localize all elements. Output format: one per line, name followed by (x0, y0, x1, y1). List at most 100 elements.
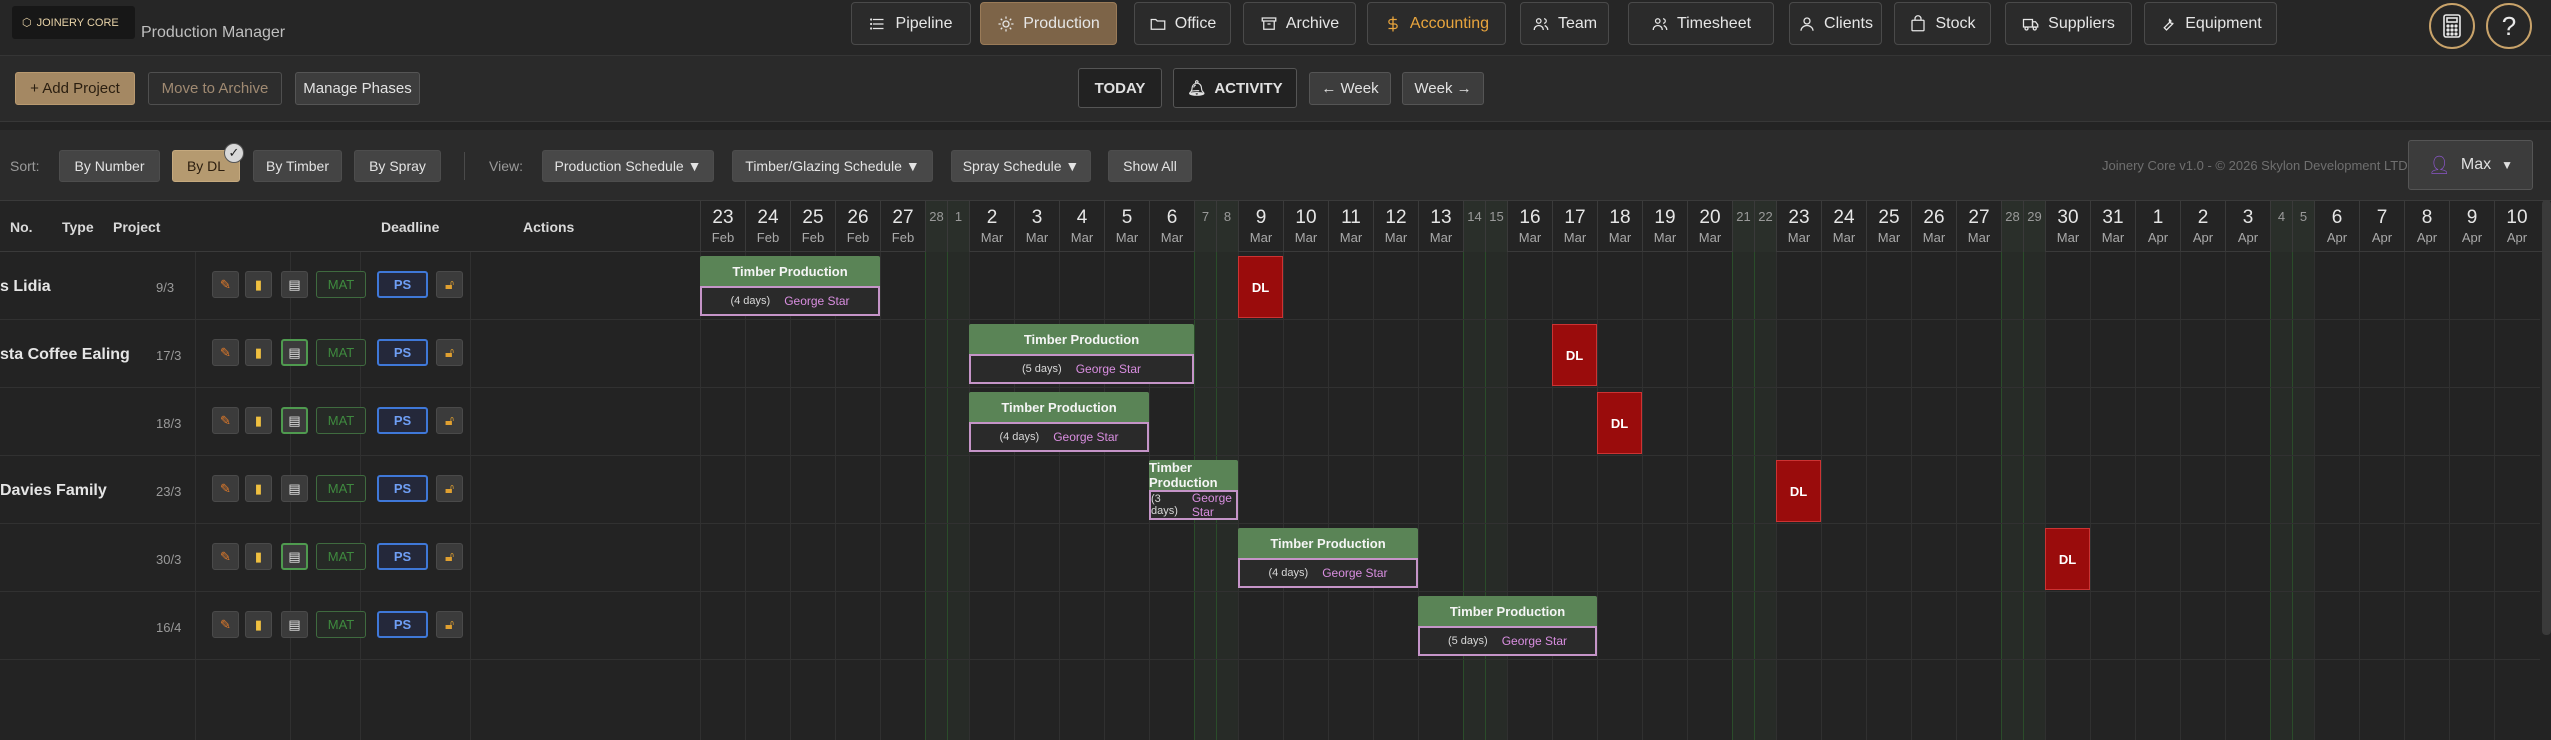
nav-clients-button[interactable]: Clients (1789, 2, 1882, 45)
user-menu-button[interactable]: 👤︎ Max ▼ (2408, 140, 2533, 190)
move-to-archive-button[interactable]: Move to Archive (148, 72, 282, 105)
unlock-button[interactable]: 🔓︎ (436, 339, 463, 366)
ps-button[interactable]: PS (377, 543, 428, 570)
sort-by-number-button[interactable]: By Number (59, 150, 160, 182)
sort-by-timber-button[interactable]: By Timber (253, 150, 342, 182)
edit-button[interactable]: ✎ (212, 543, 239, 570)
document-button[interactable]: ▤ (281, 543, 308, 570)
day-number: 15 (1489, 209, 1504, 224)
nav-suppliers-button[interactable]: Suppliers (2005, 2, 2132, 45)
timber-glazing-schedule-dropdown[interactable]: Timber/Glazing Schedule ▼ (732, 150, 933, 182)
table-row[interactable]: 16/4 ✎ ▮ ▤ MAT PS 🔓︎ (0, 592, 2540, 660)
wrench-icon (2163, 17, 2174, 31)
mat-button[interactable]: MAT (316, 611, 366, 638)
unlock-button[interactable]: 🔓︎ (436, 611, 463, 638)
nav-timesheet-button[interactable]: Timesheet (1628, 2, 1774, 45)
document-icon: ▤ (288, 276, 301, 292)
ps-button[interactable]: PS (377, 339, 428, 366)
nav-label: Clients (1824, 14, 1873, 32)
nav-stock-button[interactable]: Stock (1894, 2, 1991, 45)
help-button[interactable]: ? (2486, 3, 2532, 49)
add-project-button[interactable]: + Add Project (15, 72, 135, 105)
sort-by-spray-button[interactable]: By Spray (354, 150, 441, 182)
production-task-bar[interactable]: Timber Production (4 days) George Star (969, 392, 1149, 454)
production-task-bar[interactable]: Timber Production (5 days) George Star (1418, 596, 1597, 658)
nav-label: Timesheet (1676, 14, 1752, 32)
prev-week-button[interactable]: ← Week (1309, 72, 1391, 105)
activity-button[interactable]: 🔔︎ ACTIVITY (1173, 68, 1297, 108)
edit-button[interactable]: ✎ (212, 611, 239, 638)
nav-production-button[interactable]: Production (980, 2, 1117, 45)
ps-button[interactable]: PS (377, 611, 428, 638)
production-task-bar[interactable]: Timber Production (3 days) George Star (1149, 460, 1238, 522)
edit-button[interactable]: ✎ (212, 271, 239, 298)
calculator-button[interactable] (2429, 3, 2475, 49)
show-all-button[interactable]: Show All (1108, 150, 1192, 182)
deadline-marker[interactable]: DL (1552, 324, 1597, 386)
nav-label: Accounting (1409, 14, 1490, 32)
folder-button[interactable]: ▮ (245, 475, 272, 502)
mat-button[interactable]: MAT (316, 475, 366, 502)
deadline-marker[interactable]: DL (2045, 528, 2090, 590)
vertical-scrollbar[interactable] (2542, 200, 2551, 635)
day-column-header: 24 Mar (1821, 201, 1866, 253)
production-task-bar[interactable]: Timber Production (4 days) George Star (1238, 528, 1418, 590)
next-week-button[interactable]: Week → (1402, 72, 1484, 105)
mat-button[interactable]: MAT (316, 339, 366, 366)
folder-button[interactable]: ▮ (245, 407, 272, 434)
folder-icon: ▮ (254, 480, 263, 496)
bag-icon (1911, 14, 1926, 31)
day-column-header: 24 Feb (745, 201, 790, 253)
task-title: Timber Production (1238, 528, 1418, 558)
day-column-header: 2 Mar (969, 201, 1014, 253)
production-schedule-dropdown[interactable]: Production Schedule ▼ (542, 150, 714, 182)
deadline-date: 23/3 (156, 484, 182, 499)
nav-team-button[interactable]: Team (1520, 2, 1609, 45)
nav-pipeline-button[interactable]: Pipeline (851, 2, 971, 45)
day-number: 26 (1923, 207, 1945, 228)
production-task-bar[interactable]: Timber Production (4 days) George Star (700, 256, 880, 318)
folder-button[interactable]: ▮ (245, 271, 272, 298)
unlock-button[interactable]: 🔓︎ (436, 271, 463, 298)
folder-button[interactable]: ▮ (245, 543, 272, 570)
document-button[interactable]: ▤ (281, 475, 308, 502)
deadline-marker[interactable]: DL (1776, 460, 1821, 522)
document-button[interactable]: ▤ (281, 271, 308, 298)
user-name: Max (2460, 156, 2492, 173)
nav-archive-button[interactable]: Archive (1243, 2, 1356, 45)
ps-button[interactable]: PS (377, 407, 428, 434)
day-column-header: 31 Mar (2090, 201, 2135, 253)
document-button[interactable]: ▤ (281, 407, 308, 434)
manage-phases-button[interactable]: Manage Phases (295, 72, 420, 105)
day-column-header: 3 Mar (1014, 201, 1059, 253)
unlock-button[interactable]: 🔓︎ (436, 475, 463, 502)
nav-equipment-button[interactable]: Equipment (2144, 2, 2277, 45)
ps-button[interactable]: PS (377, 271, 428, 298)
document-button[interactable]: ▤ (281, 339, 308, 366)
table-row[interactable]: Davies Family 23/3 ✎ ▮ ▤ MAT PS 🔓︎ (0, 456, 2540, 524)
edit-button[interactable]: ✎ (212, 475, 239, 502)
table-row[interactable]: sta Coffee Ealing 17/3 ✎ ▮ ▤ MAT PS 🔓︎ (0, 320, 2540, 388)
edit-button[interactable]: ✎ (212, 339, 239, 366)
today-button[interactable]: TODAY (1078, 68, 1162, 108)
unlock-button[interactable]: 🔓︎ (436, 407, 463, 434)
mat-button[interactable]: MAT (316, 271, 366, 298)
day-column-header: 4 (2270, 201, 2292, 253)
edit-button[interactable]: ✎ (212, 407, 239, 434)
table-row[interactable]: 18/3 ✎ ▮ ▤ MAT PS 🔓︎ (0, 388, 2540, 456)
ps-button[interactable]: PS (377, 475, 428, 502)
unlock-button[interactable]: 🔓︎ (436, 543, 463, 570)
mat-button[interactable]: MAT (316, 407, 366, 434)
app-logo[interactable]: ⬡ JOINERY CORE (12, 6, 135, 39)
nav-office-button[interactable]: Office (1134, 2, 1231, 45)
deadline-marker[interactable]: DL (1597, 392, 1642, 454)
production-task-bar[interactable]: Timber Production (5 days) George Star (969, 324, 1194, 386)
nav-accounting-button[interactable]: Accounting (1367, 2, 1506, 45)
folder-button[interactable]: ▮ (245, 339, 272, 366)
mat-button[interactable]: MAT (316, 543, 366, 570)
document-button[interactable]: ▤ (281, 611, 308, 638)
spray-schedule-dropdown[interactable]: Spray Schedule ▼ (951, 150, 1091, 182)
deadline-marker[interactable]: DL (1238, 256, 1283, 318)
folder-button[interactable]: ▮ (245, 611, 272, 638)
day-month: Mar (1384, 230, 1408, 245)
